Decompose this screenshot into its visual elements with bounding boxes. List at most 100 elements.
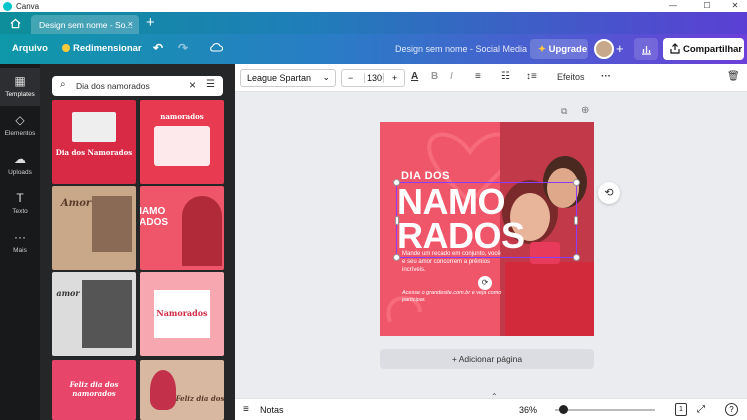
resize-button[interactable]: Redimensionar xyxy=(62,43,142,54)
increase-font-size-button[interactable]: + xyxy=(392,73,397,83)
cloud-save-icon[interactable] xyxy=(209,41,224,56)
more-icon: ··· xyxy=(14,230,26,244)
rail-item-label: Uploads xyxy=(8,169,32,176)
canva-logo-icon xyxy=(3,1,12,11)
undo-icon[interactable]: ↶ xyxy=(153,41,163,55)
search-input[interactable]: ⌕ Dia dos namorados × ☰ xyxy=(52,76,223,96)
duplicate-page-icon[interactable]: ⧉ xyxy=(561,106,567,117)
zoom-level: 36% xyxy=(519,405,538,415)
rail-item-label: Templates xyxy=(5,91,35,98)
template-text: Feliz dia dos namorados xyxy=(69,380,119,398)
design-page[interactable]: DIA DOS NAMO RADOS Mande um recado em co… xyxy=(380,122,594,336)
insights-button[interactable] xyxy=(634,38,658,60)
spacing-icon[interactable]: ↕≡ xyxy=(526,71,537,82)
document-title[interactable]: Design sem nome - Social Media xyxy=(395,44,527,54)
help-button[interactable]: ? xyxy=(725,403,738,416)
trash-icon[interactable]: 🗑 xyxy=(727,71,740,82)
tab-label: Design sem nome - So... xyxy=(39,20,133,30)
template-text: NAMO RADOS xyxy=(140,206,169,228)
template-text: Feliz dia dos xyxy=(175,394,224,403)
resize-handle[interactable] xyxy=(393,179,400,186)
align-left-icon[interactable]: ≡ xyxy=(475,71,481,82)
home-tab-button[interactable] xyxy=(0,12,30,34)
selection-box[interactable] xyxy=(393,179,580,261)
rail-item-label: Texto xyxy=(12,208,28,215)
file-menu-button[interactable]: Arquivo xyxy=(12,43,48,54)
zoom-slider-knob[interactable] xyxy=(558,405,568,414)
add-page-icon[interactable]: ⊕ xyxy=(581,105,589,116)
rail-item-label: Elementos xyxy=(4,130,36,137)
rail-item-elements[interactable]: ◇ Elementos xyxy=(0,107,40,145)
zoom-slider[interactable] xyxy=(555,409,655,411)
resize-handle[interactable] xyxy=(573,254,580,261)
text-color-icon[interactable]: A xyxy=(411,71,418,82)
add-page-button[interactable]: + Adicionar página xyxy=(380,349,594,369)
text-icon: T xyxy=(16,191,24,205)
rail-item-uploads[interactable]: ☁ Uploads xyxy=(0,146,40,184)
photo-frame xyxy=(154,126,210,166)
crown-icon xyxy=(62,44,70,52)
template-text: Dia dos Namorados xyxy=(55,148,133,157)
notes-icon[interactable]: ≡ xyxy=(243,404,249,415)
decrease-font-size-button[interactable]: − xyxy=(348,73,353,83)
resize-handle[interactable] xyxy=(393,254,400,261)
refresh-icon[interactable]: ⟲ xyxy=(598,182,620,204)
template-thumbnail[interactable]: Feliz dia dos namorados xyxy=(52,360,136,420)
fullscreen-icon[interactable]: ⤢ xyxy=(697,404,705,415)
more-options-icon[interactable]: ··· xyxy=(601,71,611,82)
resize-label: Redimensionar xyxy=(73,43,142,54)
resize-handle[interactable] xyxy=(395,216,399,225)
template-text: amor xyxy=(56,288,80,298)
redo-icon[interactable]: ↷ xyxy=(178,41,188,55)
upgrade-button[interactable]: ✦ Upgrade xyxy=(530,39,588,59)
template-thumbnail[interactable]: amor xyxy=(52,272,136,356)
rail-item-templates[interactable]: ▦ Templates xyxy=(0,68,40,106)
close-tab-icon[interactable]: × xyxy=(128,19,133,29)
rotate-handle[interactable]: ⟳ xyxy=(478,276,492,290)
clear-search-icon[interactable]: × xyxy=(189,78,196,92)
share-button[interactable]: Compartilhar xyxy=(663,38,744,60)
page-count-button[interactable]: 1 xyxy=(675,403,687,416)
resize-handle[interactable] xyxy=(573,179,580,186)
bold-icon[interactable]: B xyxy=(431,71,438,82)
share-icon xyxy=(670,43,680,54)
side-rail: ▦ Templates ◇ Elementos ☁ Uploads T Text… xyxy=(0,64,40,420)
avatar[interactable] xyxy=(594,39,614,59)
tab-design[interactable]: Design sem nome - So... × xyxy=(31,15,139,34)
maximize-button[interactable]: ☐ xyxy=(696,0,718,12)
new-tab-button[interactable]: + xyxy=(146,14,155,31)
template-thumbnail[interactable]: NAMO RADOS xyxy=(140,186,224,270)
templates-panel: ⌕ Dia dos namorados × ☰ Dia dos Namorado… xyxy=(40,64,235,420)
photo-frame xyxy=(182,196,222,266)
font-size-stepper[interactable]: − 130 + xyxy=(341,69,405,87)
rail-item-more[interactable]: ··· Mais xyxy=(0,224,40,262)
template-text: namorados xyxy=(160,112,204,121)
template-text: Amor xyxy=(60,198,92,209)
template-thumbnail[interactable]: Feliz dia dos xyxy=(140,360,224,420)
list-icon[interactable]: ☷ xyxy=(501,71,510,82)
search-icon: ⌕ xyxy=(60,79,66,90)
resize-handle[interactable] xyxy=(574,216,578,225)
effects-button[interactable]: Efeitos xyxy=(557,72,585,82)
font-family-select[interactable]: League Spartan ⌄ xyxy=(240,69,336,87)
window-title-bar: Canva — ☐ ✕ xyxy=(0,0,747,12)
bar-chart-icon xyxy=(641,45,651,55)
add-collaborator-button[interactable]: + xyxy=(616,41,624,56)
elements-icon: ◇ xyxy=(15,113,25,127)
minimize-button[interactable]: — xyxy=(662,0,684,12)
close-window-button[interactable]: ✕ xyxy=(724,0,746,12)
canvas-area: ⧉ ⊕ DIA DOS NAMO RADOS Mande um recado e… xyxy=(235,92,747,420)
home-icon xyxy=(10,18,20,28)
italic-icon[interactable]: I xyxy=(450,71,453,82)
rail-item-text[interactable]: T Texto xyxy=(0,185,40,223)
template-thumbnail[interactable]: Dia dos Namorados xyxy=(52,100,136,184)
font-size-value[interactable]: 130 xyxy=(364,73,384,83)
template-thumbnail[interactable]: Amor xyxy=(52,186,136,270)
notes-button[interactable]: Notas xyxy=(260,405,284,415)
template-thumbnail[interactable]: namorados xyxy=(140,100,224,184)
template-thumbnail[interactable]: Namorados xyxy=(140,272,224,356)
window-title: Canva xyxy=(16,1,40,11)
templates-icon: ▦ xyxy=(14,74,26,88)
design-contact-text[interactable]: Acesse o grandesite.com.br e veja como p… xyxy=(402,290,502,304)
filter-icon[interactable]: ☰ xyxy=(206,79,215,90)
